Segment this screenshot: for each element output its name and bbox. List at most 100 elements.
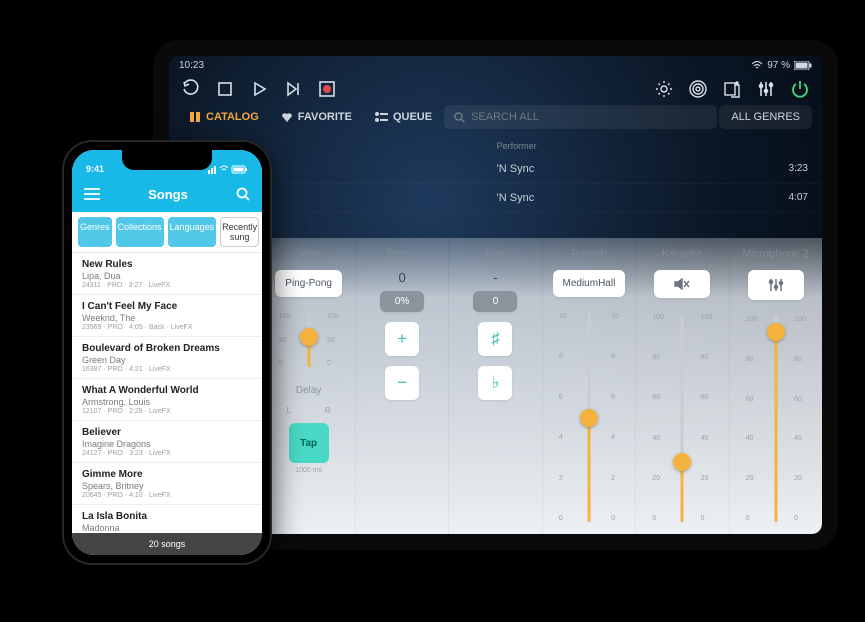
mic2-label: Microphone 2 [742,248,809,260]
mic2-eq-button[interactable] [748,270,804,300]
list-item[interactable]: What A Wonderful WorldArmstrong, Louis12… [72,379,262,421]
song-title: La Isla Bonita [82,511,252,522]
record-icon[interactable] [317,79,337,99]
song-performer: 'N Sync [497,163,758,175]
wifi-icon [751,61,763,70]
song-meta: 24127 · PRO · 3:23 · LiveFX [82,450,252,457]
song-artist: Armstrong, Louis [82,397,252,407]
mixer-key: Key - 0 ♯ ♭ [449,238,542,534]
phone-title: Songs [148,187,188,202]
song-title: What A Wonderful World [82,385,252,396]
song-title: New Rules [82,259,252,270]
tempo-value: 0 [398,270,405,285]
menu-icon[interactable] [84,188,100,200]
song-artist: Green Day [82,355,252,365]
search-icon[interactable] [236,187,250,201]
karaoke-slider[interactable]: 100806040200 100806040200 [658,308,706,528]
broadcast-icon[interactable] [688,79,708,99]
tick: 10 [559,313,567,320]
list-item[interactable]: BelieverImagine Dragons24127 · PRO · 3:2… [72,421,262,463]
play-icon[interactable] [249,79,269,99]
song-meta: 12107 · PRO · 2:28 · LiveFX [82,408,252,415]
tempo-pct-button[interactable]: 0% [380,291,424,312]
battery-icon [794,61,812,70]
mixer-icon[interactable] [756,79,776,99]
phone-screen: 9:41 Songs Genres Collections Languages … [72,150,262,555]
list-item[interactable]: New RulesLipa, Dua24311 · PRO · 3:27 · L… [72,253,262,295]
battery-text: 97 % [767,60,790,71]
key-sharp-button[interactable]: ♯ [478,322,512,356]
key-flat-button[interactable]: ♭ [478,366,512,400]
delay-label: Delay [295,248,323,260]
tab-favorite[interactable]: FAVORITE [271,105,362,129]
song-title: Boulevard of Broken Dreams [82,343,252,354]
phone-device: 9:41 Songs Genres Collections Languages … [62,140,272,565]
col-performer: Performer [497,141,758,151]
phone-notch [122,150,212,170]
tablet-status-bar: 10:23 97 % [169,56,822,71]
tab-catalog-label: CATALOG [206,111,259,123]
song-duration: 3:23 [758,163,808,175]
song-artist: Madonna [82,523,252,533]
tab-recently-sung[interactable]: Recently sung [220,217,259,247]
song-artist: Spears, Britney [82,481,252,491]
genres-dropdown[interactable]: ALL GENRES [719,105,812,129]
lyrics-icon[interactable] [722,79,742,99]
song-performer: 'N Sync [497,192,758,204]
key-zero-button[interactable]: 0 [473,291,517,312]
karaoke-mute-button[interactable] [654,270,710,298]
delay-preset-button[interactable]: Ping-Pong [275,270,342,297]
search-input[interactable]: SEARCH ALL [444,105,717,129]
mixer-karaoke: Karaoke 100806040200 100806040200 [636,238,729,534]
tempo-label: Tempo [386,248,419,260]
list-item[interactable]: Gimme MoreSpears, Britney20645 · PRO · 4… [72,463,262,505]
song-artist: Imagine Dragons [82,439,252,449]
heart-icon [281,111,293,123]
tick: 4 [559,434,567,441]
search-placeholder: SEARCH ALL [471,111,539,123]
song-title: Believer [82,427,252,438]
delay-r: R [325,406,331,415]
tab-genres[interactable]: Genres [78,217,112,247]
delay-slider[interactable]: 100500 100500 [285,307,333,373]
tick: 6 [559,394,567,401]
song-meta: 16387 · PRO · 4:21 · LiveFX [82,366,252,373]
toolbar [169,71,822,105]
tab-collections[interactable]: Collections [116,217,164,247]
reverb-slider[interactable]: 1086420 1086420 [565,307,613,528]
song-artist: Lipa, Dua [82,271,252,281]
stop-icon[interactable] [215,79,235,99]
list-item[interactable]: I Can't Feel My FaceWeeknd, The23569 · P… [72,295,262,337]
book-icon [189,111,201,123]
tempo-minus-button[interactable]: − [385,366,419,400]
next-icon[interactable] [283,79,303,99]
restart-icon[interactable] [181,79,201,99]
phone-footer: 20 songs [72,533,262,555]
mic2-slider[interactable]: 100806040200 100806040200 [752,310,800,528]
tick: 0 [559,515,567,522]
tab-languages[interactable]: Languages [168,217,217,247]
song-meta: 24311 · PRO · 3:27 · LiveFX [82,282,252,289]
key-label: Key [486,248,505,260]
delay-tap-button[interactable]: Tap [289,423,329,463]
mixer-tempo: Tempo 0 0% + − [356,238,449,534]
reverb-preset-button[interactable]: MediumHall [553,270,626,297]
tab-catalog[interactable]: CATALOG [179,105,269,129]
phone-status-time: 9:41 [86,164,104,174]
song-meta: 20645 · PRO · 4:10 · LiveFX [82,492,252,499]
phone-song-list[interactable]: New RulesLipa, Dua24311 · PRO · 3:27 · L… [72,253,262,555]
phone-tabs: Genres Collections Languages Recently su… [72,212,262,253]
tab-queue[interactable]: QUEUE [364,105,442,129]
song-title: Gimme More [82,469,252,480]
navbar: CATALOG FAVORITE QUEUE SEARCH ALL ALL GE… [169,105,822,137]
genres-label: ALL GENRES [731,111,800,123]
tab-queue-label: QUEUE [393,111,432,123]
phone-header: Songs [72,176,262,212]
list-item[interactable]: Boulevard of Broken DreamsGreen Day16387… [72,337,262,379]
reverb-label: Reverb [571,248,606,260]
list-header: Title Performer [169,137,822,155]
queue-icon [374,111,388,123]
gear-icon[interactable] [654,79,674,99]
tempo-plus-button[interactable]: + [385,322,419,356]
power-icon[interactable] [790,79,810,99]
